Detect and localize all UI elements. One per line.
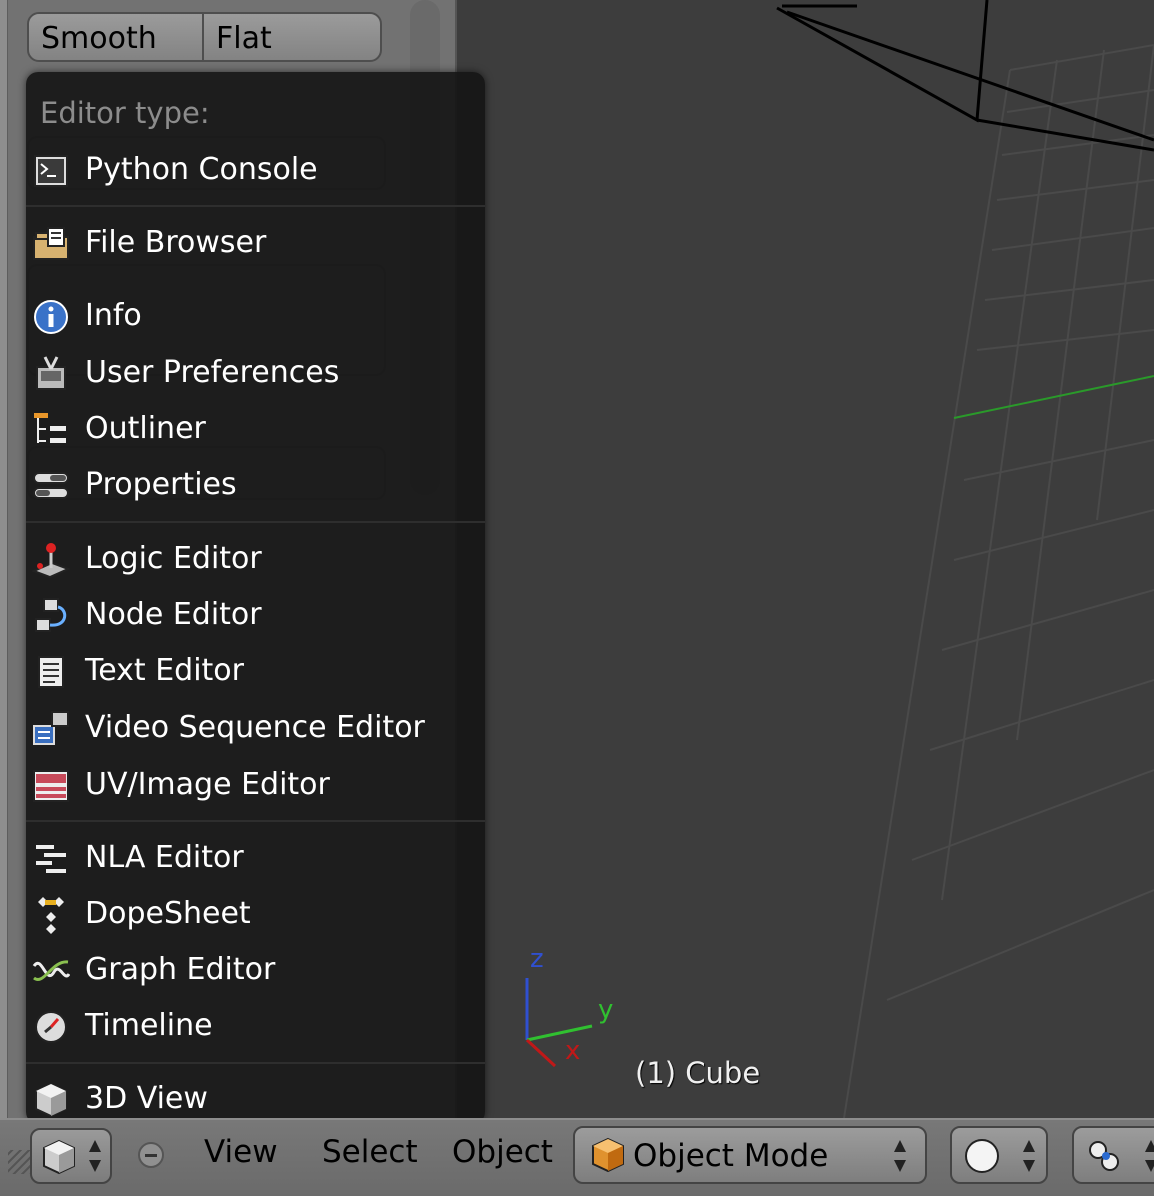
timeline-icon (35, 1011, 67, 1043)
cube-object-icon (592, 1137, 624, 1173)
menu-item-label: Info (85, 298, 142, 333)
menu-item-label: NLA Editor (85, 840, 244, 875)
3d-view-icon (35, 1082, 67, 1118)
menu-item-label: UV/Image Editor (85, 767, 330, 802)
outliner-icon (34, 413, 66, 443)
blender-window: Smooth Flat z y x (1) Cube Editor type: … (0, 0, 1154, 1196)
menu-item-label: Logic Editor (85, 541, 262, 576)
viewport-header: View Select Object Object Mode (0, 1118, 1154, 1196)
menu-item-label: Graph Editor (85, 952, 276, 987)
menu-item-label: 3D View (85, 1081, 208, 1116)
uv-image-editor-icon (33, 770, 69, 802)
menu-item-label: Outliner (85, 411, 206, 446)
menu-item-properties[interactable]: Properties (26, 461, 485, 511)
graph-editor-icon (32, 960, 70, 982)
3d-viewport[interactable]: z y x (457, 0, 1154, 1118)
y-axis-label: y (598, 995, 614, 1025)
menu-item-user-preferences[interactable]: User Preferences (26, 349, 485, 399)
up-down-arrows-icon (894, 1140, 906, 1172)
menu-item-nla-editor[interactable]: NLA Editor (26, 834, 485, 884)
z-axis-label: z (530, 944, 544, 974)
view-menu[interactable]: View (204, 1134, 278, 1170)
text-editor-icon (38, 656, 64, 688)
node-editor-icon (35, 598, 67, 632)
x-axis-label: x (565, 1036, 581, 1066)
menu-item-timeline[interactable]: Timeline (26, 1002, 485, 1052)
menu-item-outliner[interactable]: Outliner (26, 405, 485, 455)
info-icon (34, 300, 68, 334)
menu-divider (26, 521, 485, 523)
y-axis-line (953, 375, 1154, 419)
object-mode-label: Object Mode (633, 1138, 829, 1174)
editor-type-button[interactable] (30, 1128, 112, 1184)
viewport-shading-select[interactable] (950, 1126, 1048, 1184)
menu-item-info[interactable]: Info (26, 292, 485, 342)
menu-item-node-editor[interactable]: Node Editor (26, 591, 485, 641)
menu-item-python-console[interactable]: Python Console (26, 146, 485, 196)
object-menu[interactable]: Object (452, 1134, 553, 1170)
video-sequence-editor-icon (33, 711, 69, 745)
file-browser-icon (33, 227, 69, 260)
menu-item-label: User Preferences (85, 355, 340, 390)
pivot-point-select[interactable] (1072, 1126, 1154, 1184)
up-down-arrows-icon (1023, 1140, 1035, 1172)
logic-editor-icon (32, 543, 70, 579)
3d-view-icon (43, 1139, 75, 1175)
editor-type-menu: Editor type: Python Console File Browser (26, 72, 485, 1124)
menu-item-text-editor[interactable]: Text Editor (26, 647, 485, 697)
user-preferences-icon (36, 356, 66, 390)
menu-item-label: File Browser (85, 225, 267, 260)
collapse-menus-button[interactable] (138, 1142, 164, 1168)
nla-editor-icon (36, 845, 66, 873)
menu-item-file-browser[interactable]: File Browser (26, 219, 485, 269)
properties-icon (33, 472, 69, 499)
up-down-arrows-icon (89, 1140, 101, 1172)
menu-item-logic-editor[interactable]: Logic Editor (26, 535, 485, 585)
smooth-button[interactable]: Smooth (27, 12, 204, 62)
flat-button[interactable]: Flat (202, 12, 382, 62)
area-resize-grip[interactable] (8, 1150, 32, 1174)
menu-item-label: Properties (85, 467, 237, 502)
menu-item-label: Text Editor (85, 653, 244, 688)
active-object-label: (1) Cube (635, 1056, 761, 1090)
menu-item-label: Python Console (85, 152, 318, 187)
object-mode-select[interactable]: Object Mode (573, 1126, 927, 1184)
menu-title: Editor type: (40, 96, 210, 130)
menu-item-label: Node Editor (85, 597, 262, 632)
menu-item-label: Timeline (85, 1008, 213, 1043)
menu-divider (26, 205, 485, 207)
menu-item-uv-image-editor[interactable]: UV/Image Editor (26, 761, 485, 811)
menu-item-label: Video Sequence Editor (85, 710, 425, 745)
menu-item-graph-editor[interactable]: Graph Editor (26, 946, 485, 996)
menu-divider (26, 820, 485, 822)
up-down-arrows-icon (1145, 1140, 1154, 1172)
python-console-icon (34, 155, 68, 187)
shelf-edge (0, 0, 8, 1196)
camera-wireframe (776, 0, 1154, 152)
menu-item-label: DopeSheet (85, 896, 251, 931)
dopesheet-icon (38, 897, 64, 934)
solid-sphere-icon (965, 1139, 999, 1173)
pivot-point-icon (1089, 1141, 1119, 1171)
menu-divider (26, 1062, 485, 1064)
menu-item-video-sequence-editor[interactable]: Video Sequence Editor (26, 704, 485, 754)
menu-item-dopesheet[interactable]: DopeSheet (26, 890, 485, 940)
select-menu[interactable]: Select (322, 1134, 418, 1170)
